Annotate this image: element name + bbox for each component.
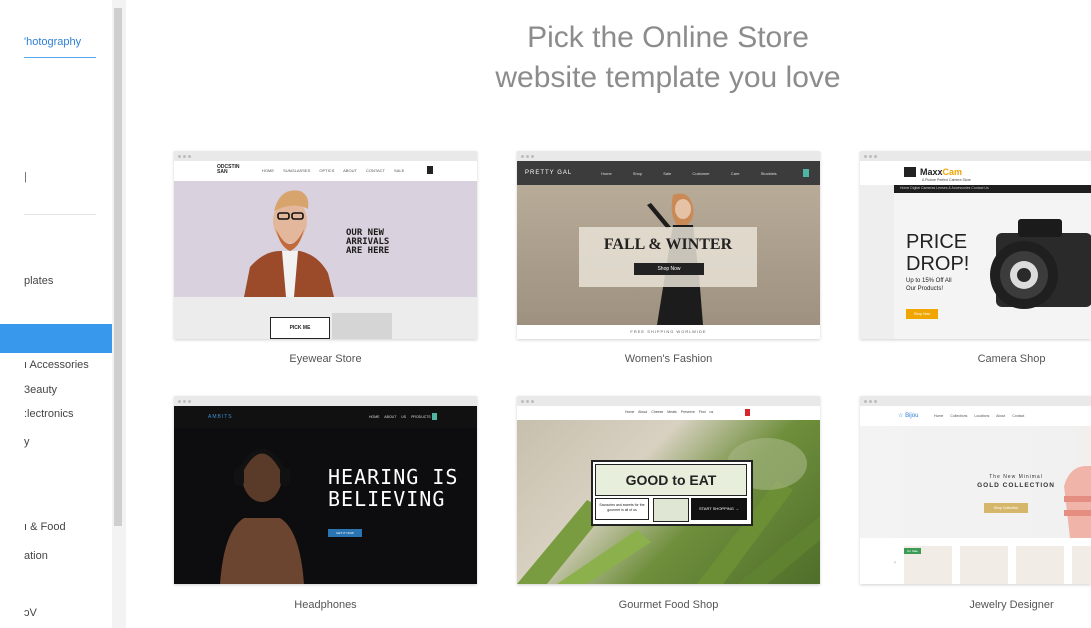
product-image <box>332 313 392 339</box>
preview-banner: FALL & WINTER Shop Now <box>579 227 757 287</box>
model-image <box>1064 466 1091 538</box>
browser-chrome <box>517 396 820 406</box>
template-title[interactable]: Headphones <box>174 599 477 611</box>
preview-header: MaxxCam A Picture Perfect Camera Store <box>860 161 1091 185</box>
preview-tagline: A Picture Perfect Camera Store <box>922 178 971 182</box>
preview-hero: GOOD to EAT Savouries and sweets for the… <box>517 420 820 584</box>
template-title[interactable]: Eyewear Store <box>174 353 477 365</box>
template-thumbnail[interactable]: MaxxCam A Picture Perfect Camera Store H… <box>860 151 1091 339</box>
template-thumbnail[interactable]: ODCSTIN SAN HOME SUNGLASSES OPTICS ABOUT … <box>174 151 477 339</box>
sidebar-item-partial[interactable]: | <box>24 171 27 183</box>
template-title[interactable]: Jewelry Designer <box>860 599 1091 611</box>
sale-badge: On Sale <box>904 548 921 554</box>
template-thumbnail[interactable]: Home About Cheese Meats Preserve Find us… <box>517 396 820 584</box>
preview-button: Shop Now <box>906 309 938 319</box>
preview-offer: Up to 15% Off All Our Products! <box>906 278 952 292</box>
model-image <box>220 448 304 584</box>
preview-menu: Home Shop Sale Customer Care Stockists <box>601 171 777 176</box>
page-heading: Pick the Online Store website template y… <box>420 18 916 98</box>
preview-button: Shop Collection <box>984 503 1028 513</box>
browser-chrome <box>860 151 1091 161</box>
preview-menu: Home Digital Cameras Lenses & Accessorie… <box>894 185 1091 193</box>
cart-icon <box>432 413 437 420</box>
scrollbar-thumb[interactable] <box>114 8 122 526</box>
preview-logo: ☆ Bijou <box>898 413 919 419</box>
sidebar-item-beauty[interactable]: 3eauty <box>24 384 57 396</box>
preview-headline: GOOD to EAT <box>595 464 747 496</box>
preview-logo: AMBITS <box>208 414 233 420</box>
preview-hero: PRICE DROP! Up to 15% Off All Our Products… <box>894 193 1091 339</box>
preview-button: Shop Now <box>634 263 704 275</box>
template-title[interactable]: Women's Fashion <box>517 353 820 365</box>
preview-menu: HOME SUNGLASSES OPTICS ABOUT CONTACT SAL… <box>262 168 405 173</box>
preview-button: START SHOPPING → <box>691 498 747 520</box>
camera-image <box>990 219 1091 309</box>
bag-icon <box>427 166 433 174</box>
hanger-icon: ☆ <box>898 413 904 419</box>
product-tile <box>1016 546 1064 584</box>
dish-image <box>653 498 689 522</box>
preview-logo: PRETTY GAL <box>525 170 573 176</box>
category-sidebar: 'hotography | plates ı Accessories 3eaut… <box>0 0 112 628</box>
browser-chrome <box>174 151 477 161</box>
preview-banner: GOOD to EAT Savouries and sweets for the… <box>591 460 753 526</box>
search-underline <box>24 57 96 58</box>
template-title[interactable]: Camera Shop <box>860 353 1091 365</box>
chevron-left-icon: ‹ <box>894 560 896 566</box>
preview-nav: Home About Cheese Meats Preserve Find us <box>517 406 820 420</box>
preview-button: PICK ME <box>270 317 330 339</box>
sidebar-item-ation[interactable]: ation <box>24 550 48 562</box>
cart-icon <box>803 169 809 177</box>
sidebar-item-accessories[interactable]: ı Accessories <box>24 359 89 371</box>
sidebar-item-food[interactable]: ı & Food <box>24 521 66 533</box>
template-thumbnail[interactable]: ☆ Bijou Home Collections Locations About… <box>860 396 1091 584</box>
preview-hero: FALL & WINTER Shop Now <box>517 185 820 325</box>
camera-logo-icon <box>904 167 916 177</box>
cart-icon <box>745 409 750 416</box>
sidebar-item-y[interactable]: y <box>24 436 30 448</box>
sidebar-item-electronics[interactable]: :lectronics <box>24 408 74 420</box>
preview-nav: ODCSTIN SAN HOME SUNGLASSES OPTICS ABOUT … <box>174 161 477 181</box>
template-title[interactable]: Gourmet Food Shop <box>517 599 820 611</box>
sidebar-item-templates[interactable]: plates <box>24 275 53 287</box>
browser-chrome <box>860 396 1091 406</box>
preview-tagline: Savouries and sweets for the gourmet in … <box>595 498 649 520</box>
preview-headline: HEARING IS BELIEVING <box>328 465 459 511</box>
preview-footer: FREE SHIPPING WORLWIDE <box>517 325 820 339</box>
search-input[interactable]: 'hotography <box>24 36 81 48</box>
sidebar-divider <box>24 214 96 215</box>
preview-hero: OUR NEW ARRIVALS ARE HERE <box>174 181 477 297</box>
model-image <box>244 190 334 297</box>
product-row: ‹ <box>860 538 1091 584</box>
preview-nav: ☆ Bijou Home Collections Locations About… <box>860 406 1091 426</box>
preview-logo: MaxxCam <box>920 167 963 177</box>
template-thumbnail[interactable]: PRETTY GAL Home Shop Sale Customer Care … <box>517 151 820 339</box>
preview-button: GET IT NOW <box>328 529 362 537</box>
heading-line1: Pick the Online Store <box>527 21 809 54</box>
preview-menu: Home About Cheese Meats Preserve Find us <box>625 410 714 414</box>
preview-headline: PRICE DROP! <box>906 231 970 275</box>
template-thumbnail[interactable]: AMBITS HOME ABOUT US PRODUCTS HEARING IS… <box>174 396 477 584</box>
browser-chrome <box>174 396 477 406</box>
preview-headline: OUR NEW ARRIVALS ARE HERE <box>346 228 390 256</box>
preview-menu: Home Collections Locations About Contact <box>934 414 1025 418</box>
preview-menu: HOME ABOUT US PRODUCTS <box>369 415 431 419</box>
preview-nav: PRETTY GAL Home Shop Sale Customer Care … <box>517 161 820 185</box>
product-tile <box>1072 546 1091 584</box>
product-tile <box>960 546 1008 584</box>
preview-bottom: PICK ME <box>174 297 477 339</box>
sidebar-item-cv[interactable]: ɔV <box>24 607 37 619</box>
sidebar-item-active[interactable] <box>0 324 112 353</box>
preview-headline: FALL & WINTER <box>603 236 733 253</box>
heading-line2: website template you love <box>495 61 841 94</box>
preview-logo: ODCSTIN SAN <box>217 164 240 175</box>
browser-chrome <box>517 151 820 161</box>
preview-nav: AMBITS HOME ABOUT US PRODUCTS <box>174 406 477 428</box>
preview-hero: The New Minimal GOLD COLLECTION Shop Col… <box>860 426 1091 538</box>
